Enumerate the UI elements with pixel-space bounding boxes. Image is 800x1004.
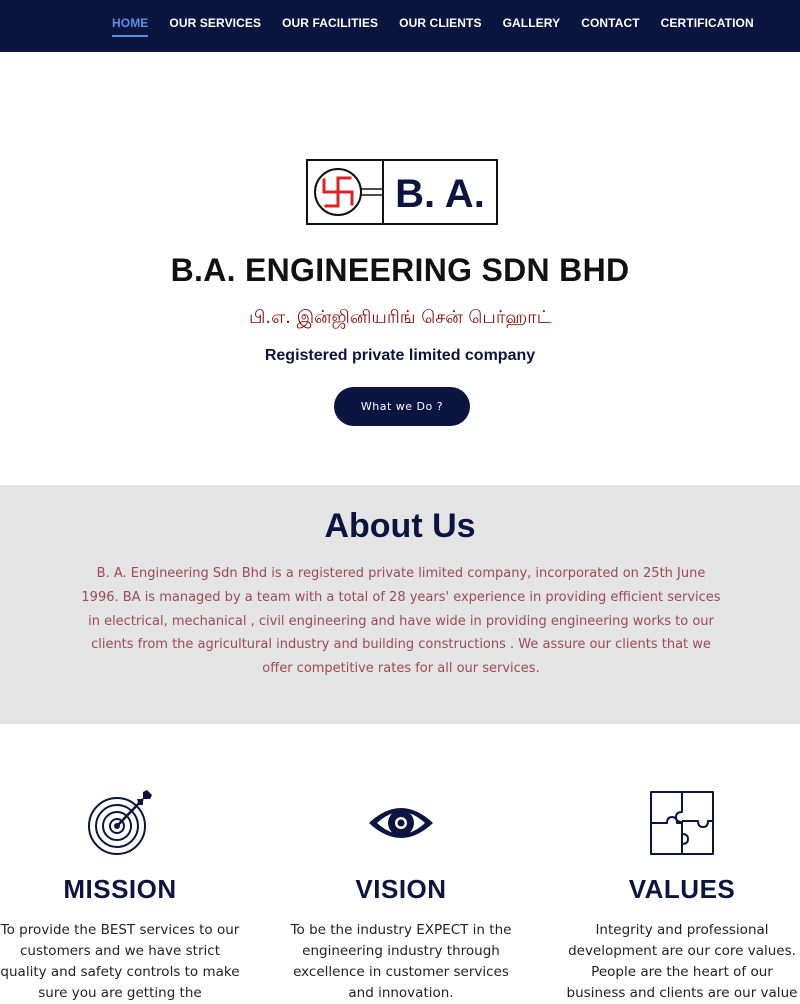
logo-text: B. A. bbox=[395, 172, 485, 216]
nav-item-our-services[interactable]: OUR SERVICES bbox=[169, 0, 261, 52]
nav-item-our-facilities[interactable]: OUR FACILITIES bbox=[282, 0, 378, 52]
nav-item-label: CERTIFICATION bbox=[660, 16, 754, 30]
nav-menu: HOME OUR SERVICES OUR FACILITIES OUR CLI… bbox=[112, 0, 775, 52]
nav-item-label: OUR CLIENTS bbox=[399, 16, 482, 30]
nav-item-label: GALLERY bbox=[502, 16, 561, 30]
company-name: B.A. ENGINEERING SDN BHD bbox=[170, 252, 630, 288]
values-title: VALUES bbox=[628, 874, 736, 904]
eye-icon bbox=[369, 808, 433, 838]
company-type: Registered private limited company bbox=[264, 347, 536, 364]
nav-item-home[interactable]: HOME bbox=[112, 0, 149, 52]
nav-item-label: CONTACT bbox=[581, 16, 640, 30]
mission-text: To provide the BEST services to our cust… bbox=[0, 922, 240, 1001]
nav-item-contact[interactable]: CONTACT bbox=[581, 0, 639, 52]
active-underline bbox=[112, 35, 149, 37]
nav-item-our-clients[interactable]: OUR CLIENTS bbox=[399, 0, 481, 52]
vision-text: To be the industry EXPECT in the enginee… bbox=[290, 922, 512, 1001]
about-title: About Us bbox=[324, 507, 476, 545]
about-section: About Us B. A. Engineering Sdn Bhd is a … bbox=[0, 485, 800, 724]
nav-item-label: OUR SERVICES bbox=[169, 16, 262, 30]
top-navbar: HOME OUR SERVICES OUR FACILITIES OUR CLI… bbox=[0, 0, 800, 52]
values-text: Integrity and professional development a… bbox=[566, 922, 798, 1001]
what-we-do-button[interactable]: What we Do ? bbox=[334, 387, 470, 426]
nav-item-label: HOME bbox=[112, 16, 149, 30]
about-text: B. A. Engineering Sdn Bhd is a registere… bbox=[81, 566, 721, 677]
nav-item-label: OUR FACILITIES bbox=[282, 16, 379, 30]
company-name-tamil: பி.எ. இன்ஜினியரிங் சென் பெர்ஹாட் bbox=[248, 307, 552, 328]
target-icon bbox=[88, 790, 152, 855]
mission-title: MISSION bbox=[63, 874, 177, 904]
nav-item-certification[interactable]: CERTIFICATION bbox=[661, 0, 754, 52]
puzzle-icon bbox=[650, 791, 714, 855]
company-logo: B. A. bbox=[306, 159, 498, 225]
button-label: What we Do ? bbox=[360, 400, 444, 413]
hero-section: B. A. B.A. ENGINEERING SDN BHD பி.எ. இன்… bbox=[0, 52, 800, 485]
nav-item-gallery[interactable]: GALLERY bbox=[503, 0, 561, 52]
vision-title: VISION bbox=[355, 874, 447, 904]
